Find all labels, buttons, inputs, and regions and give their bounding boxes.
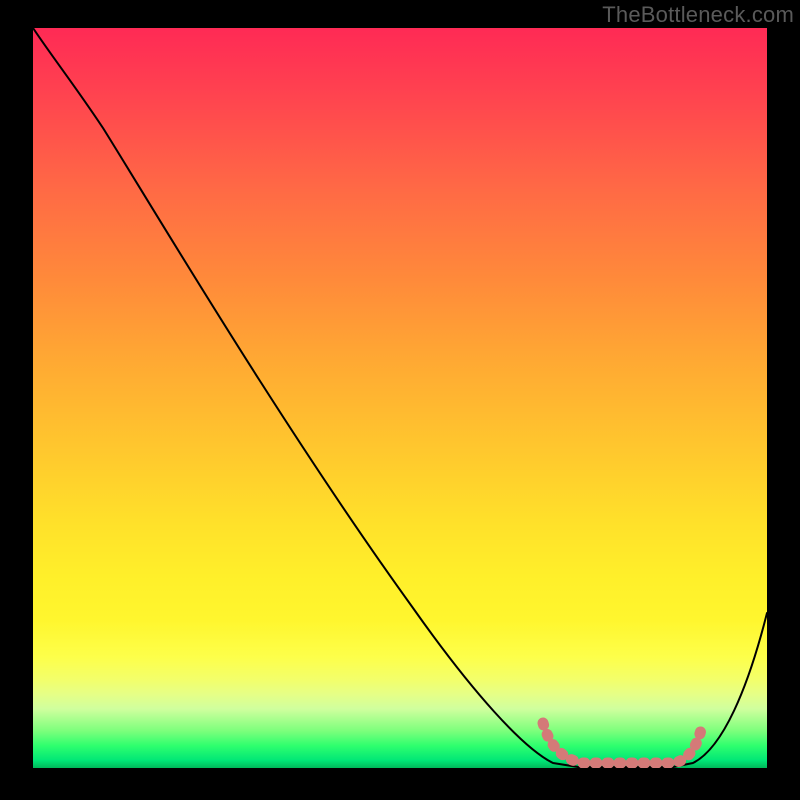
bottleneck-curve	[33, 28, 767, 767]
plot-area	[33, 28, 767, 768]
chart-container: TheBottleneck.com	[0, 0, 800, 800]
trough-marker	[543, 723, 701, 763]
watermark-text: TheBottleneck.com	[602, 2, 794, 28]
curve-svg	[33, 28, 767, 768]
